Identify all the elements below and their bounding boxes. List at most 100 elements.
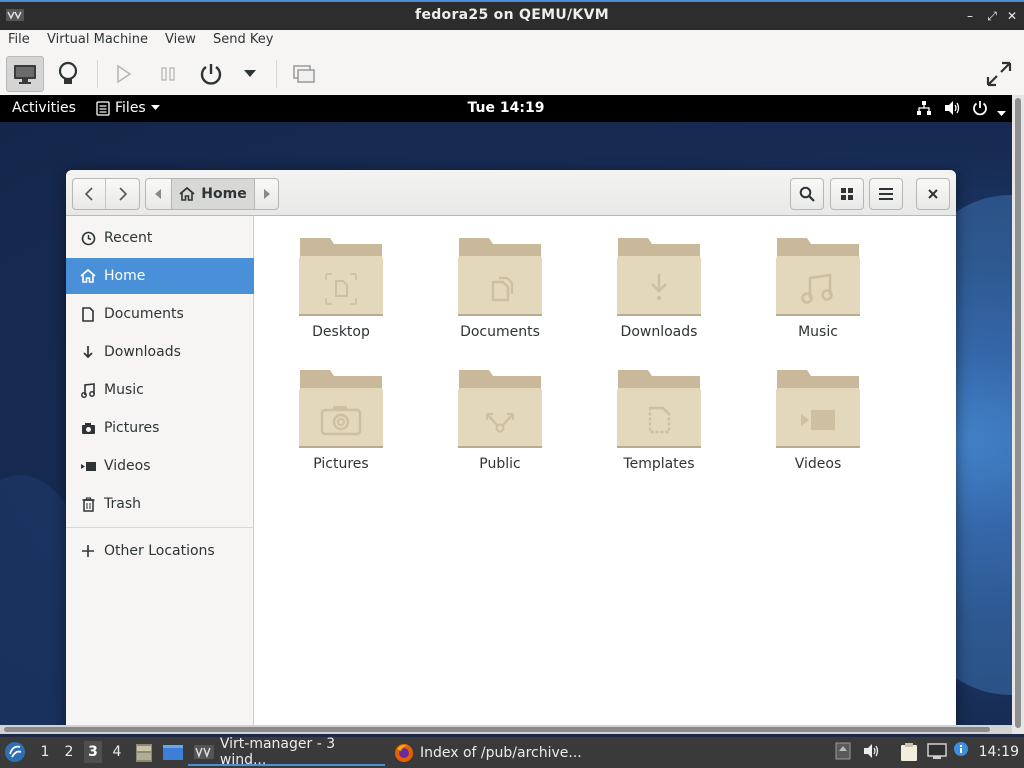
network-icon[interactable] — [916, 100, 932, 120]
host-toolbar — [0, 52, 1024, 96]
menu-button[interactable] — [869, 178, 903, 210]
menu-send-key[interactable]: Send Key — [213, 32, 273, 47]
sidebar-item-videos[interactable]: Videos — [66, 448, 254, 484]
sidebar-item-label: Pictures — [104, 420, 160, 436]
pause-icon — [161, 67, 175, 81]
run-button[interactable] — [105, 56, 143, 92]
folder-public[interactable]: Public — [440, 366, 560, 491]
sidebar-item-other-locations[interactable]: Other Locations — [66, 533, 254, 569]
fullscreen-button[interactable] — [980, 56, 1018, 92]
firefox-icon — [395, 743, 413, 762]
workspace-4[interactable]: 4 — [109, 744, 125, 760]
workspace-2[interactable]: 2 — [61, 744, 77, 760]
tray-clipboard-icon[interactable] — [900, 742, 918, 766]
scrollbar-thumb[interactable] — [1015, 98, 1021, 728]
sidebar-item-music[interactable]: Music — [66, 372, 254, 408]
folder-music[interactable]: Music — [758, 234, 878, 359]
host-taskbar: 1 2 3 4 Virt-manager - 3 wind... Index o… — [0, 735, 1024, 768]
folder-label: Public — [479, 456, 521, 472]
clock-icon — [81, 231, 95, 245]
task-label: Virt-manager - 3 wind... — [219, 735, 336, 768]
sidebar-item-downloads[interactable]: Downloads — [66, 334, 254, 370]
sidebar-item-label: Other Locations — [104, 543, 215, 559]
trash-icon — [82, 496, 94, 512]
distro-logo-icon — [5, 742, 25, 762]
folder-label: Videos — [794, 456, 842, 472]
tray-info-icon[interactable] — [953, 741, 969, 761]
power-menu-icon[interactable] — [972, 100, 988, 120]
path-crumb-home[interactable]: Home — [171, 179, 255, 209]
workspace-1[interactable]: 1 — [37, 744, 53, 760]
chevron-down-icon[interactable] — [997, 105, 1006, 121]
close-button[interactable] — [916, 178, 950, 210]
path-scroll-right-button[interactable] — [255, 179, 278, 209]
tray-volume-icon[interactable] — [863, 742, 881, 764]
virt-manager-icon — [194, 744, 214, 759]
snapshot-icon — [293, 65, 315, 83]
fullscreen-icon — [986, 61, 1012, 87]
sidebar-item-label: Home — [104, 268, 146, 284]
sidebar-item-recent[interactable]: Recent — [66, 220, 254, 256]
toolbar-separator — [276, 60, 277, 88]
minimize-icon[interactable]: – — [962, 8, 978, 24]
forward-button[interactable] — [106, 179, 139, 209]
shutdown-button[interactable] — [192, 56, 230, 92]
folder-desktop-icon — [299, 238, 383, 316]
vertical-scrollbar[interactable] — [1012, 95, 1024, 734]
volume-icon[interactable] — [944, 100, 962, 120]
chevron-left-icon — [85, 187, 93, 201]
show-details-button[interactable] — [49, 56, 87, 92]
folder-videos[interactable]: Videos — [758, 366, 878, 491]
files-headerbar: Home — [66, 170, 956, 216]
home-icon — [179, 187, 195, 201]
path-bar: Home — [145, 178, 279, 210]
toolbar-separator — [97, 60, 98, 88]
scrollbar-thumb[interactable] — [4, 727, 990, 732]
sidebar-item-home[interactable]: Home — [66, 258, 254, 294]
tray-network-icon[interactable] — [927, 742, 949, 764]
sidebar-item-documents[interactable]: Documents — [66, 296, 254, 332]
search-button[interactable] — [790, 178, 824, 210]
close-window-icon[interactable]: ✕ — [1004, 8, 1020, 24]
snapshot-button[interactable] — [285, 56, 323, 92]
music-note-icon — [81, 382, 95, 398]
folder-label: Documents — [460, 324, 540, 340]
folder-documents-icon — [458, 238, 542, 316]
desktop-launcher[interactable] — [162, 743, 184, 767]
horizontal-scrollbar[interactable] — [0, 725, 1012, 734]
start-menu-button[interactable] — [4, 741, 26, 767]
task-firefox[interactable]: Index of /pub/archive... — [388, 739, 588, 766]
menu-view[interactable]: View — [165, 32, 196, 47]
folder-pictures[interactable]: Pictures — [281, 366, 401, 491]
video-icon — [80, 461, 96, 471]
folder-label: Pictures — [313, 456, 369, 472]
file-cabinet-icon — [136, 744, 152, 762]
shutdown-menu-button[interactable] — [231, 56, 269, 92]
task-virt-manager[interactable]: Virt-manager - 3 wind... — [188, 735, 385, 768]
gnome-clock[interactable]: Tue 14:19 — [0, 100, 1012, 116]
folder-documents[interactable]: Documents — [440, 234, 560, 359]
grid-view-icon — [841, 188, 853, 200]
workspace-3[interactable]: 3 — [84, 741, 102, 763]
tray-updates-icon[interactable] — [835, 742, 851, 764]
menu-file[interactable]: File — [8, 32, 30, 47]
view-mode-button[interactable] — [830, 178, 864, 210]
pause-button[interactable] — [149, 56, 187, 92]
folder-templates[interactable]: Templates — [599, 366, 719, 491]
folder-downloads[interactable]: Downloads — [599, 234, 719, 359]
search-icon — [799, 186, 815, 202]
menu-virtual-machine[interactable]: Virtual Machine — [47, 32, 148, 47]
restore-icon[interactable]: ⤢ — [984, 8, 1000, 24]
show-console-button[interactable] — [6, 56, 44, 92]
folder-downloads-icon — [617, 238, 701, 316]
triangle-right-icon — [264, 189, 270, 199]
sidebar-item-pictures[interactable]: Pictures — [66, 410, 254, 446]
taskbar-clock[interactable]: 14:19 — [979, 744, 1019, 760]
folder-desktop[interactable]: Desktop — [281, 234, 401, 359]
sidebar-item-trash[interactable]: Trash — [66, 486, 254, 522]
host-window-title: fedora25 on QEMU/KVM — [415, 7, 609, 23]
plus-icon — [82, 545, 94, 557]
path-scroll-left-button[interactable] — [146, 179, 170, 209]
back-button[interactable] — [73, 179, 106, 209]
file-manager-launcher[interactable] — [134, 743, 154, 767]
